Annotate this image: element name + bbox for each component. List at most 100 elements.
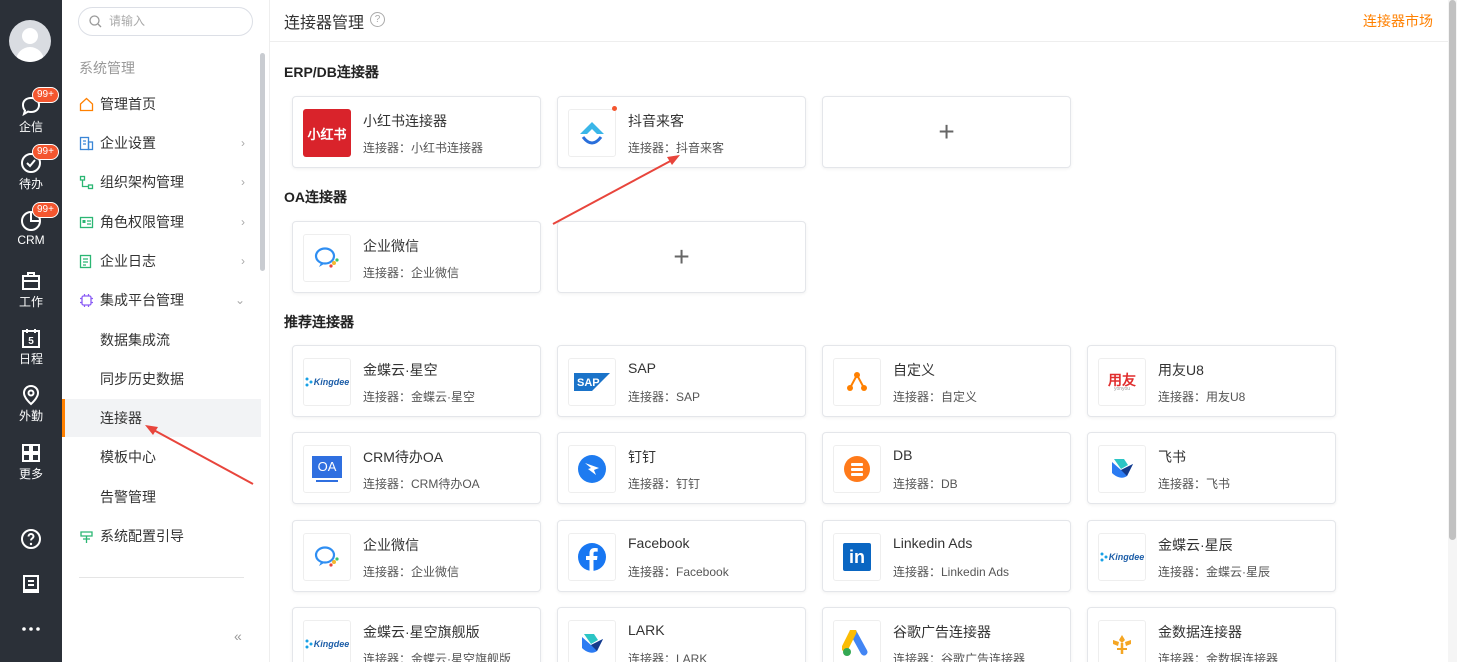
connector-card[interactable]: Kingdee 金蝶云·星空旗舰版 连接器：金蝶云·星空旗舰版	[292, 607, 541, 662]
sidebar-subitem-sync-history[interactable]: 同步历史数据	[62, 360, 261, 398]
global-nav-rail: 企信 99+ 待办 99+ CRM 99+ 工作 5 日程 外勤 更多	[0, 0, 62, 662]
unread-badge: 99+	[32, 202, 59, 218]
sidebar-subitem-alert-management[interactable]: 告警管理	[62, 478, 261, 516]
ellipsis-icon	[22, 627, 40, 631]
connector-card[interactable]: 飞书 连接器：飞书	[1087, 432, 1336, 504]
home-icon	[79, 97, 94, 112]
rail-item-label: 工作	[18, 295, 43, 309]
add-connector-button[interactable]: +	[557, 221, 806, 293]
sidebar-item-config-guide[interactable]: 系统配置引导	[62, 517, 261, 555]
user-avatar[interactable]	[9, 20, 51, 62]
sidebar-item-integration-platform[interactable]: 集成平台管理 ⌄	[62, 281, 261, 319]
sidebar-item-company-settings[interactable]: 企业设置 ›	[62, 124, 261, 162]
sidebar-scrollbar[interactable]	[260, 53, 265, 271]
chevron-down-icon: ⌄	[234, 293, 245, 307]
connector-card[interactable]: LARK 连接器：LARK	[557, 607, 806, 662]
connector-name: 自定义	[893, 362, 935, 378]
rail-item-schedule[interactable]: 5 日程	[0, 327, 62, 367]
connector-subtitle: 连接器：LARK	[628, 652, 708, 662]
connector-name: Facebook	[628, 535, 690, 551]
connector-card[interactable]: 企业微信 连接器：企业微信	[292, 221, 541, 293]
kingdee-logo: Kingdee	[1098, 533, 1146, 581]
sidebar-subitem-template-center[interactable]: 模板中心	[62, 438, 261, 476]
help-circle-icon	[21, 529, 41, 549]
sidebar-item-role-permissions[interactable]: 角色权限管理 ›	[62, 203, 261, 241]
id-card-icon	[79, 216, 94, 229]
connector-subtitle: 连接器：Linkedin Ads	[893, 565, 1010, 579]
connector-card[interactable]: 用友 yonyou 用友U8 连接器：用友U8	[1087, 345, 1336, 417]
app-window: 企信 99+ 待办 99+ CRM 99+ 工作 5 日程 外勤 更多 请输入 …	[0, 0, 1457, 662]
connector-name: 钉钉	[628, 449, 656, 465]
scrollbar-thumb[interactable]	[1449, 0, 1456, 540]
rail-item-label: CRM	[17, 233, 45, 247]
notification-dot	[612, 106, 617, 111]
connector-subtitle: 连接器：金蝶云·星空旗舰版	[363, 652, 511, 662]
rail-item-more[interactable]: 更多	[0, 442, 62, 482]
more-options-button[interactable]	[0, 618, 62, 640]
connector-name: 企业微信	[363, 238, 419, 254]
connector-card[interactable]: 金数据连接器 连接器：金数据连接器	[1087, 607, 1336, 662]
connector-card[interactable]: Facebook 连接器：Facebook	[557, 520, 806, 592]
connector-subtitle: 连接器：SAP	[628, 390, 701, 404]
help-button[interactable]	[0, 528, 62, 550]
connector-card[interactable]: Kingdee 金蝶云·星空 连接器：金蝶云·星空	[292, 345, 541, 417]
add-connector-button[interactable]: +	[822, 96, 1071, 168]
connector-card[interactable]: OA CRM待办OA 连接器：CRM待办OA	[292, 432, 541, 504]
notes-button[interactable]	[0, 573, 62, 595]
sidebar-item-org-structure[interactable]: 组织架构管理 ›	[62, 163, 261, 201]
collapse-sidebar-button[interactable]: «	[234, 628, 242, 644]
yonyou-logo: 用友 yonyou	[1098, 358, 1146, 406]
connector-name: LARK	[628, 622, 665, 638]
connector-subtitle: 连接器：企业微信	[363, 565, 460, 579]
sidebar-item-label: 集成平台管理	[100, 292, 184, 308]
sidebar-item-company-log[interactable]: 企业日志 ›	[62, 242, 261, 280]
custom-logo	[833, 358, 881, 406]
question-icon[interactable]: ?	[370, 12, 385, 27]
location-pin-icon	[22, 384, 40, 406]
facebook-logo	[568, 533, 616, 581]
connector-name: 企业微信	[363, 537, 419, 553]
connector-market-link[interactable]: 连接器市场	[1363, 11, 1433, 31]
sap-logo: SAP	[568, 358, 616, 406]
rail-item-crm[interactable]: CRM 99+	[0, 202, 62, 247]
section-title-erp-db: ERP/DB连接器	[284, 64, 379, 80]
connector-subtitle: 连接器：飞书	[1158, 477, 1231, 491]
rail-item-qixin[interactable]: 企信 99+	[0, 87, 62, 135]
rail-item-field[interactable]: 外勤	[0, 384, 62, 424]
rail-item-todo[interactable]: 待办 99+	[0, 144, 62, 192]
connector-card[interactable]: SAP SAP 连接器：SAP	[557, 345, 806, 417]
sidebar-subitem-data-flow[interactable]: 数据集成流	[62, 321, 261, 359]
sidebar-subitem-connectors[interactable]: 连接器	[62, 399, 261, 437]
connector-card[interactable]: 抖音来客 连接器：抖音来客	[557, 96, 806, 168]
search-icon	[89, 15, 102, 28]
rail-item-label: 待办	[18, 177, 43, 191]
search-input[interactable]: 请输入	[78, 7, 253, 36]
rail-item-work[interactable]: 工作	[0, 270, 62, 310]
connector-card[interactable]: 小红书 小红书连接器 连接器：小红书连接器	[292, 96, 541, 168]
connector-name: 小红书连接器	[363, 113, 447, 129]
connector-subtitle: 连接器：金蝶云·星空	[363, 390, 475, 404]
connector-name: Linkedin Ads	[893, 535, 973, 551]
connector-name: 金数据连接器	[1158, 624, 1242, 640]
connector-name: 用友U8	[1158, 362, 1204, 378]
connector-card[interactable]: 谷歌广告连接器 连接器：谷歌广告连接器	[822, 607, 1071, 662]
connector-card[interactable]: Kingdee 金蝶云·星辰 连接器：金蝶云·星辰	[1087, 520, 1336, 592]
sidebar-item-label: 管理首页	[100, 96, 156, 112]
sidebar-item-admin-home[interactable]: 管理首页	[62, 85, 261, 123]
main-scrollbar[interactable]	[1448, 0, 1457, 662]
connector-card[interactable]: in Linkedin Ads 连接器：Linkedin Ads	[822, 520, 1071, 592]
plus-icon: +	[938, 116, 955, 147]
connector-card[interactable]: 钉钉 连接器：钉钉	[557, 432, 806, 504]
connector-card[interactable]: 自定义 连接器：自定义	[822, 345, 1071, 417]
connector-name: DB	[893, 447, 913, 463]
org-tree-icon	[79, 175, 94, 190]
connector-card[interactable]: 企业微信连接器：企业微信	[292, 520, 541, 592]
wecom-logo	[303, 533, 351, 581]
document-icon	[23, 575, 39, 593]
settings-sidebar: 请输入 系统管理 管理首页 企业设置 › 组织架构管理 › 角色权限管理 › 企…	[62, 0, 270, 662]
rail-item-label: 更多	[18, 467, 43, 481]
connector-subtitle: 连接器：CRM待办OA	[363, 477, 480, 491]
connector-card[interactable]: DB 连接器：DB	[822, 432, 1071, 504]
db-logo	[833, 445, 881, 493]
google-ads-logo	[833, 620, 881, 662]
